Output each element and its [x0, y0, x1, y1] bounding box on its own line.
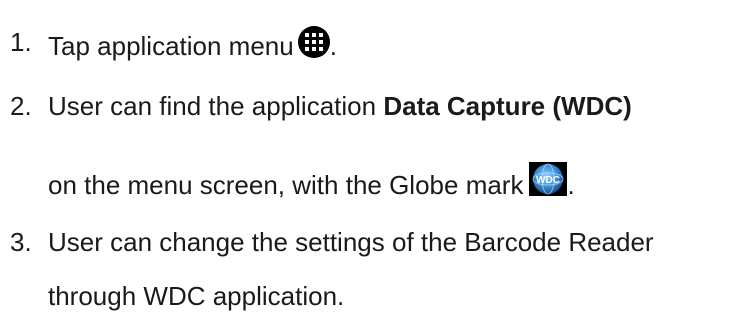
step-3-line2: through WDC application.: [48, 281, 345, 311]
step-1-period: .: [329, 31, 337, 61]
step-2-text: User can find the application Data Captu…: [48, 90, 632, 122]
step-1-label: Tap application menu: [48, 31, 294, 61]
step-2-line2: on the menu screen, with the Globe mark W…: [48, 162, 575, 201]
wdc-icon-label: WDC: [537, 175, 561, 186]
step-2-label: User can find the application: [48, 91, 377, 121]
apps-grid-icon: [297, 26, 330, 58]
wdc-globe-icon: WDC: [529, 162, 568, 196]
step-3-number: 3.: [10, 227, 32, 257]
step-1-text: Tap application menu.: [48, 26, 337, 62]
step-2-period: .: [567, 170, 575, 200]
step-3-text: User can change the settings of the Barc…: [48, 227, 654, 257]
instruction-list: 1. Tap application menu. 2. User can fin…: [0, 0, 733, 326]
app-name: Data Capture (WDC): [383, 91, 632, 121]
step-1-number: 1.: [10, 27, 32, 57]
step-2-line2-text: on the menu screen, with the Globe mark: [48, 170, 524, 200]
step-2-number: 2.: [10, 91, 32, 121]
